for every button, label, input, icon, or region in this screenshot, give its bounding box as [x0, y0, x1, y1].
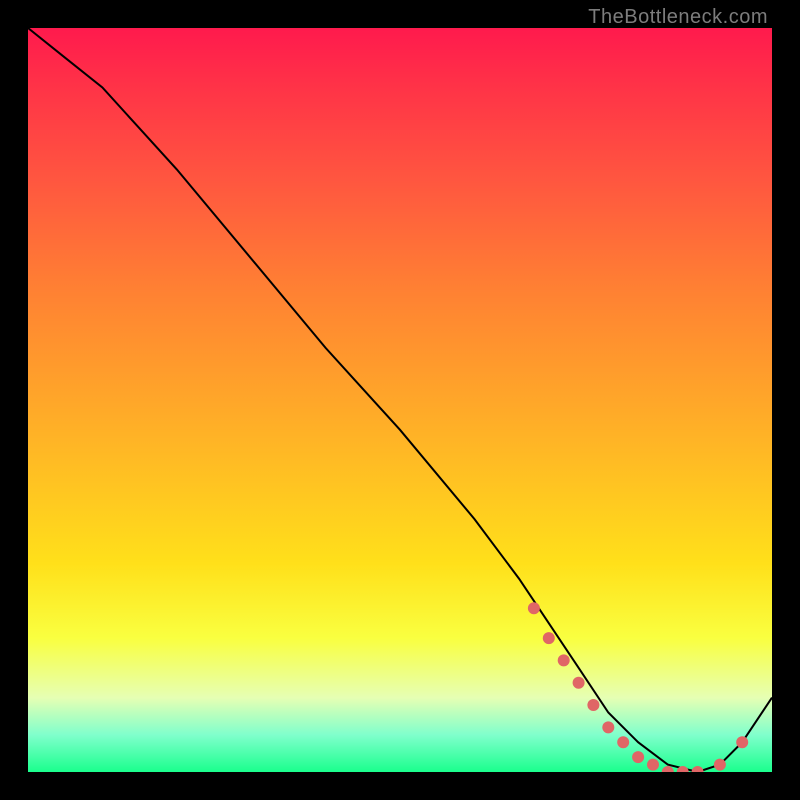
- plot-area: [28, 28, 772, 772]
- highlight-markers: [528, 602, 748, 772]
- marker-point: [543, 632, 555, 644]
- marker-point: [617, 736, 629, 748]
- marker-point: [692, 766, 704, 772]
- marker-point: [632, 751, 644, 763]
- marker-point: [528, 602, 540, 614]
- marker-point: [736, 736, 748, 748]
- marker-point: [662, 766, 674, 772]
- marker-point: [647, 759, 659, 771]
- bottleneck-curve: [28, 28, 772, 772]
- chart-frame: TheBottleneck.com: [0, 0, 800, 800]
- marker-point: [714, 759, 726, 771]
- marker-point: [602, 721, 614, 733]
- marker-point: [677, 766, 689, 772]
- curve-svg: [28, 28, 772, 772]
- marker-point: [558, 654, 570, 666]
- watermark-text: TheBottleneck.com: [588, 6, 768, 29]
- marker-point: [587, 699, 599, 711]
- marker-point: [573, 677, 585, 689]
